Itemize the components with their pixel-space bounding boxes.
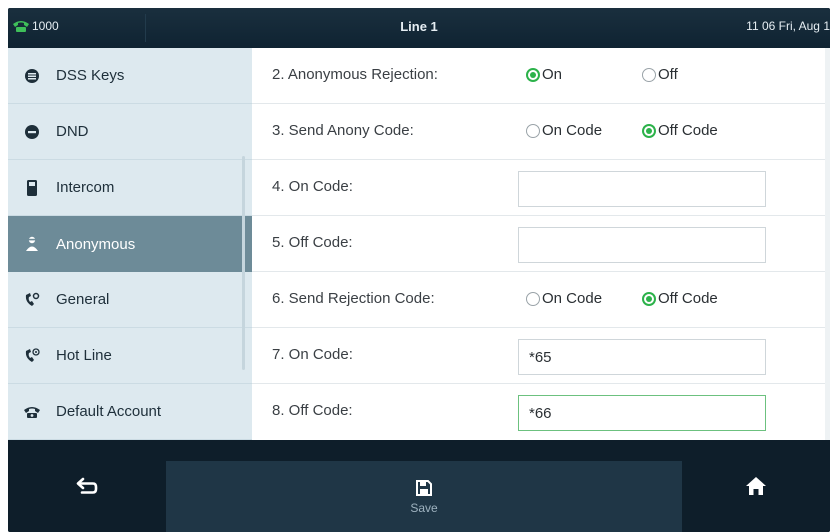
- sidebar-item-default-account[interactable]: Default Account: [8, 384, 252, 440]
- radio-dot: [642, 291, 656, 306]
- page-title: Line 1: [400, 19, 438, 34]
- sidebar-item-general[interactable]: General: [8, 272, 252, 328]
- sidebar-item-intercom[interactable]: Intercom: [8, 160, 252, 216]
- setting-anonymous-rejection: 2. Anonymous Rejection: On Off: [252, 48, 830, 104]
- dnd-icon: [22, 122, 42, 142]
- setting-label: 2. Anonymous Rejection:: [272, 66, 438, 83]
- on-code-7-input[interactable]: *65: [518, 339, 766, 375]
- sidebar-item-label: General: [56, 291, 110, 308]
- sidebar-item-label: Anonymous: [56, 235, 136, 253]
- save-button[interactable]: Save: [166, 461, 682, 532]
- status-datetime: 11 06 Fri, Aug 1: [746, 19, 830, 33]
- back-button[interactable]: [8, 440, 166, 532]
- sidebar-item-label: DND: [56, 123, 89, 140]
- setting-send-anony-code: 3. Send Anony Code: On Code Off Code: [252, 104, 830, 160]
- anonymous-icon: [22, 234, 42, 254]
- content-scrollbar[interactable]: [825, 48, 830, 440]
- sidebar-item-dss-keys[interactable]: DSS Keys: [8, 48, 252, 104]
- setting-on-code-4: 4. On Code:: [252, 160, 830, 216]
- sidebar-item-label: Default Account: [56, 403, 162, 420]
- sidebar-item-dnd[interactable]: DND: [8, 104, 252, 160]
- save-icon: [416, 479, 432, 496]
- home-icon: [746, 477, 766, 495]
- send-rejection-off-code-radio[interactable]: Off Code: [642, 290, 718, 307]
- radio-label: Off Code: [658, 122, 718, 139]
- sidebar-item-label: Intercom: [56, 179, 115, 196]
- setting-label: 6. Send Rejection Code:: [272, 290, 435, 307]
- radio-dot: [526, 67, 540, 82]
- save-label: Save: [410, 500, 438, 515]
- radio-label: Off: [658, 66, 678, 83]
- radio-label: Off Code: [658, 290, 718, 307]
- sidebar-item-hot-line[interactable]: Hot Line: [8, 328, 252, 384]
- on-code-4-input[interactable]: [518, 171, 766, 207]
- setting-send-rejection-code: 6. Send Rejection Code: On Code Off Code: [252, 272, 830, 328]
- setting-label: 7. On Code:: [272, 346, 353, 363]
- setting-off-code-8: 8. Off Code: *66: [252, 384, 830, 440]
- sidebar-scrollbar[interactable]: [242, 156, 245, 370]
- softkey-bar: Save: [8, 440, 830, 532]
- setting-label: 8. Off Code:: [272, 402, 353, 419]
- radio-label: On: [542, 66, 563, 83]
- anonymous-rejection-off-radio[interactable]: Off: [642, 66, 678, 83]
- back-icon: [76, 477, 98, 494]
- radio-label: On Code: [542, 122, 603, 139]
- send-anony-off-code-radio[interactable]: Off Code: [642, 122, 718, 139]
- sidebar-item-label: DSS Keys: [56, 67, 125, 84]
- setting-off-code-5: 5. Off Code:: [252, 216, 830, 272]
- anonymous-rejection-on-radio[interactable]: On: [526, 66, 562, 83]
- sidebar: DSS Keys DND Intercom Anonymous General: [8, 48, 252, 440]
- dss-keys-icon: [22, 66, 42, 86]
- home-button[interactable]: [682, 440, 830, 532]
- send-rejection-on-code-radio[interactable]: On Code: [526, 290, 602, 307]
- sidebar-item-anonymous[interactable]: Anonymous: [8, 216, 252, 272]
- hot-line-icon: [22, 346, 42, 366]
- setting-on-code-7: 7. On Code: *65: [252, 328, 830, 384]
- setting-label: 3. Send Anony Code:: [272, 122, 414, 139]
- radio-label: On Code: [542, 290, 603, 307]
- intercom-icon: [22, 178, 42, 198]
- general-icon: [22, 290, 42, 310]
- radio-dot: [642, 123, 656, 138]
- radio-dot: [526, 291, 540, 306]
- phone-screen: 1000 Line 1 11 06 Fri, Aug 1 DSS Keys DN…: [8, 8, 830, 532]
- radio-dot: [642, 67, 656, 82]
- sidebar-item-label: Hot Line: [56, 347, 112, 364]
- setting-label: 4. On Code:: [272, 178, 353, 195]
- off-code-5-input[interactable]: [518, 227, 766, 263]
- status-bar: 1000 Line 1 11 06 Fri, Aug 1: [8, 8, 830, 48]
- setting-label: 5. Off Code:: [272, 234, 353, 251]
- off-code-8-input[interactable]: *66: [518, 395, 766, 431]
- settings-panel: 2. Anonymous Rejection: On Off 3. Send A…: [252, 48, 830, 440]
- send-anony-on-code-radio[interactable]: On Code: [526, 122, 602, 139]
- radio-dot: [526, 123, 540, 138]
- default-account-icon: [22, 402, 42, 422]
